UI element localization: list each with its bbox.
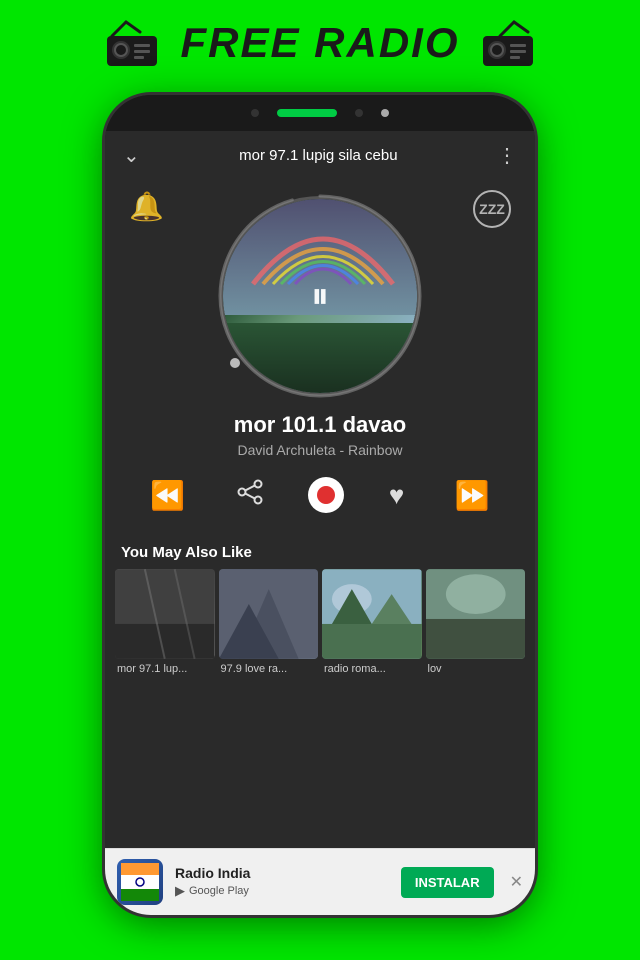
thumb-4-art <box>426 569 526 659</box>
rewind-button[interactable]: ⏪ <box>144 473 191 518</box>
ad-title: Radio India <box>175 865 389 881</box>
header: FREE RADIO <box>0 0 640 78</box>
thumb-2-art <box>219 569 319 659</box>
dot-left <box>251 109 259 117</box>
pause-button[interactable]: ⏸ <box>311 275 329 318</box>
play-store-icon: ▶ <box>175 883 185 899</box>
dot-right <box>355 109 363 117</box>
ad-text-block: Radio India ▶ Google Play <box>175 865 389 899</box>
suggestion-title-3: radio roma... <box>322 659 422 675</box>
station-name: mor 101.1 davao <box>234 412 406 438</box>
dot-far-right <box>381 109 389 117</box>
bell-icon[interactable]: 🔔 <box>129 190 164 228</box>
suggestion-card-4[interactable]: lov <box>426 569 526 675</box>
record-inner <box>317 486 335 504</box>
suggestion-card-2[interactable]: 97.9 love ra... <box>219 569 319 675</box>
radio-india-icon <box>121 863 159 901</box>
back-button[interactable]: ⌄ <box>123 143 140 168</box>
phone-top-bar <box>105 95 535 131</box>
song-info: David Archuleta - Rainbow <box>238 442 403 458</box>
record-button[interactable] <box>308 477 344 513</box>
radio-icon-left <box>102 18 162 68</box>
ad-icon <box>117 859 163 905</box>
suggestion-card-1[interactable]: mor 97.1 lup... <box>115 569 215 675</box>
suggestions-row: mor 97.1 lup... 97.9 love ra... <box>105 569 535 685</box>
share-button[interactable] <box>230 472 270 518</box>
favorite-button[interactable]: ♥ <box>383 474 410 517</box>
zzz-icon[interactable]: ZZZ <box>473 190 511 228</box>
suggestion-title-1: mor 97.1 lup... <box>115 659 215 675</box>
circle-player[interactable]: ⏸ <box>220 196 420 396</box>
suggestion-thumb-4 <box>426 569 526 659</box>
ad-install-button[interactable]: INSTALAR <box>401 867 494 898</box>
forward-button[interactable]: ⏩ <box>449 473 496 518</box>
topbar-station-title: mor 97.1 lupig sila cebu <box>140 147 497 164</box>
app-topbar: ⌄ mor 97.1 lupig sila cebu ⋮ <box>105 131 535 180</box>
radio-icon-right <box>478 18 538 68</box>
share-icon <box>236 478 264 506</box>
ad-subtitle-text: Google Play <box>189 885 249 897</box>
header-title: FREE RADIO <box>180 19 459 67</box>
suggestion-thumb-3 <box>322 569 422 659</box>
thumb-1-art <box>115 569 215 659</box>
ad-close-button[interactable]: ✕ <box>510 872 523 892</box>
dot-center <box>277 109 337 117</box>
thumb-3-art <box>322 569 422 659</box>
phone-screen: ⌄ mor 97.1 lupig sila cebu ⋮ 🔔 ZZZ <box>105 131 535 915</box>
ad-banner: Radio India ▶ Google Play INSTALAR ✕ <box>105 848 535 915</box>
suggestion-title-2: 97.9 love ra... <box>219 659 319 675</box>
progress-dot <box>230 358 240 368</box>
suggestion-title-4: lov <box>426 659 526 675</box>
suggestion-thumb-1 <box>115 569 215 659</box>
player-area: 🔔 ZZZ <box>105 180 535 472</box>
menu-button[interactable]: ⋮ <box>497 143 517 168</box>
suggestion-thumb-2 <box>219 569 319 659</box>
phone-shell: ⌄ mor 97.1 lupig sila cebu ⋮ 🔔 ZZZ <box>105 95 535 915</box>
suggestions-label: You May Also Like <box>105 534 535 569</box>
ad-subtitle: ▶ Google Play <box>175 883 389 899</box>
suggestion-card-3[interactable]: radio roma... <box>322 569 422 675</box>
playback-controls: ⏪ ♥ ⏩ <box>105 472 535 534</box>
